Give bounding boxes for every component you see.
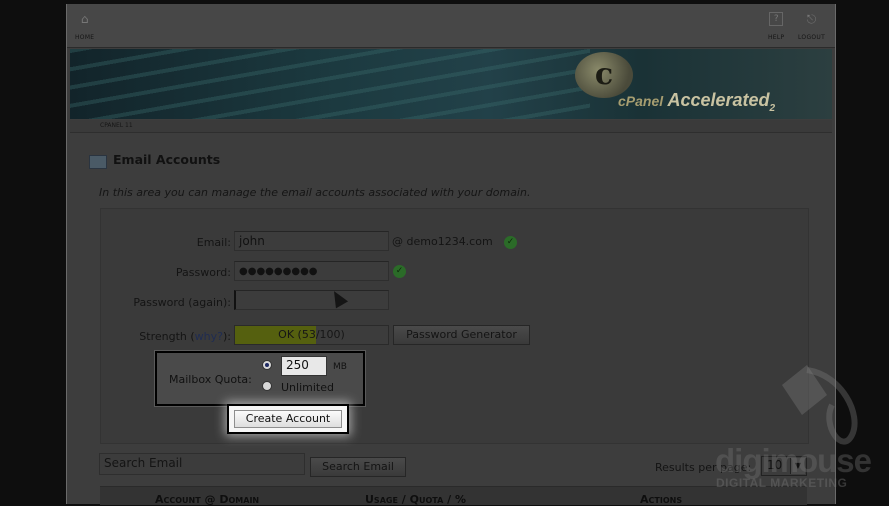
cpanel-banner: c cPanel Accelerated2 [70, 49, 832, 119]
watermark-sub: DIGITAL MARKETING [716, 476, 848, 490]
home-icon: ⌂ [80, 12, 89, 26]
strength-label: Strength (why?): [139, 330, 231, 343]
password-label: Password: [175, 266, 231, 279]
password-again-field[interactable] [234, 290, 389, 310]
quota-limited-radio[interactable] [262, 360, 272, 370]
help-icon: ? [769, 12, 784, 26]
logout-label: LOGOUT [798, 34, 826, 41]
home-label: HOME [75, 34, 95, 41]
create-account-label: Create Account [234, 410, 342, 428]
add-account-form: Email: john @ demo1234.com ✓ Password: ●… [100, 208, 809, 444]
breadcrumb[interactable]: CPANEL 11 [100, 122, 133, 129]
check-icon: ✓ [504, 236, 517, 249]
page-description: In this area you can manage the email ac… [99, 186, 531, 199]
mailbox-quota-section: Mailbox Quota: 250 MB Unlimited [155, 351, 365, 406]
email-label: Email: [196, 236, 231, 249]
password-field[interactable]: ●●●●●●●●● [234, 261, 389, 281]
breadcrumb-bar: CPANEL 11 [70, 120, 832, 133]
help-link[interactable]: ? HELP [768, 12, 784, 41]
check-icon: ✓ [393, 265, 406, 278]
password-strength-meter: OK (53/100) [234, 325, 389, 345]
search-email-button[interactable]: Search Email [310, 457, 406, 477]
why-link[interactable]: why? [195, 330, 223, 343]
banner-graphic [70, 49, 590, 119]
quota-unlimited-radio[interactable] [262, 381, 272, 391]
email-domain: @ demo1234.com [392, 235, 493, 248]
page-title: Email Accounts [113, 152, 221, 167]
logout-icon: ⎋ [806, 12, 817, 26]
accounts-table-header: Account @ Domain Usage / Quota / % Actio… [100, 486, 807, 506]
email-field[interactable]: john [234, 231, 389, 251]
quota-unit: MB [333, 362, 347, 372]
help-label: HELP [768, 34, 785, 41]
strength-value: OK (53/100) [278, 328, 345, 341]
password-generator-button[interactable]: Password Generator [393, 325, 530, 345]
unlimited-label: Unlimited [281, 381, 334, 394]
logout-link[interactable]: ⎋ LOGOUT [798, 12, 825, 41]
create-account-button[interactable]: Create Account [227, 404, 349, 434]
search-email-input[interactable]: Search Email [99, 453, 305, 475]
password-again-label: Password (again): [133, 296, 231, 309]
watermark-brand: digimouse [715, 442, 872, 479]
quota-input[interactable]: 250 [281, 356, 327, 376]
cpanel-logo-text: cPanel Accelerated2 [618, 90, 776, 114]
top-toolbar: ⌂ HOME ? HELP ⎋ LOGOUT [67, 4, 835, 48]
quota-label: Mailbox Quota: [169, 373, 252, 386]
home-link[interactable]: ⌂ HOME [75, 12, 94, 41]
